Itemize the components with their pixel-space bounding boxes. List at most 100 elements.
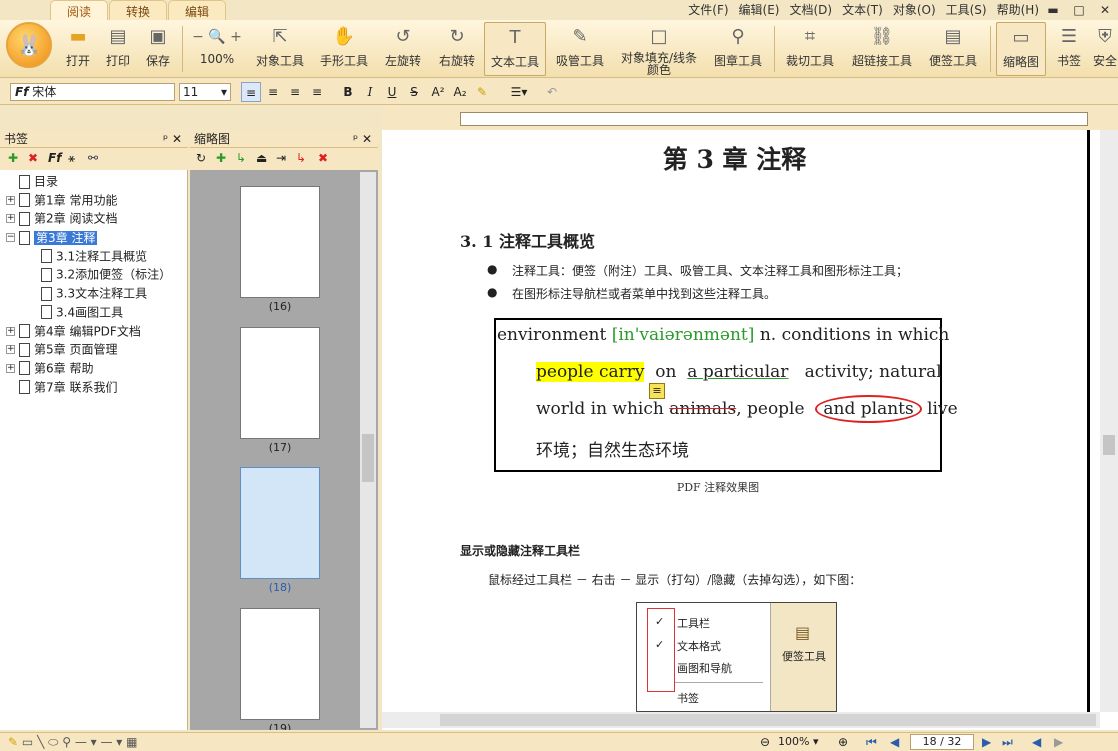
superscript-button[interactable]: A²	[428, 82, 448, 102]
italic-button[interactable]: I	[360, 82, 380, 102]
expand-icon[interactable]: +	[6, 195, 15, 205]
menu-tools[interactable]: 工具(S)	[941, 0, 992, 20]
fill-color-button[interactable]: □ 对象填充/线条 颜色	[616, 22, 702, 76]
bookmark-item[interactable]: 目录	[6, 172, 186, 191]
frame-icon[interactable]: ▦	[126, 735, 137, 749]
page-thumbnail-selected[interactable]	[240, 467, 320, 579]
close-button[interactable]: ✕	[1092, 0, 1118, 20]
justify-button[interactable]: ≡	[307, 82, 327, 102]
bookmark-item[interactable]: 3.2添加便签（标注）	[6, 265, 186, 284]
prev-page-icon[interactable]: ◀	[890, 735, 899, 749]
thumbnail-view-button[interactable]: ▭ 缩略图	[996, 22, 1046, 76]
first-page-icon[interactable]: ⏮	[866, 735, 877, 750]
ellipse-icon[interactable]: ⬭	[48, 735, 58, 749]
bookmark-view-button[interactable]: ☰ 书签	[1050, 22, 1088, 76]
next-page-icon[interactable]: ▶	[982, 735, 991, 749]
tab-read[interactable]: 阅读	[50, 0, 108, 22]
menu-file[interactable]: 文件(F)	[683, 0, 733, 20]
pen-icon[interactable]: ⚲	[62, 735, 71, 749]
eject-icon[interactable]: ⏏	[256, 151, 267, 165]
print-button[interactable]: ▤ 打印	[100, 22, 136, 76]
bookmark-item[interactable]: + 第1章 常用功能	[6, 191, 186, 210]
align-center-button[interactable]: ≡	[263, 82, 283, 102]
circle-annotation[interactable]: and plants	[815, 395, 922, 423]
hyperlink-button[interactable]: ⛓ 超链接工具	[848, 22, 916, 76]
line-style-icon[interactable]: — ▾ — ▾	[75, 735, 123, 749]
crop-button[interactable]: ⌗ 裁切工具	[782, 22, 838, 76]
underline-annotation[interactable]: a particular	[687, 362, 788, 382]
zoom-out-icon[interactable]: ⊖	[760, 735, 770, 749]
note-button[interactable]: ▤ 便签工具	[924, 22, 982, 76]
extract-icon[interactable]: ↳	[296, 151, 306, 165]
strikeout-annotation[interactable]: animals	[669, 399, 736, 419]
page-thumbnail[interactable]	[240, 186, 320, 298]
menu-document[interactable]: 文档(D)	[785, 0, 838, 20]
horizontal-scroll-thumb[interactable]	[440, 714, 1096, 726]
menu-object[interactable]: 对象(O)	[888, 0, 941, 20]
add-bookmark-icon[interactable]: ✚	[8, 151, 18, 165]
eyedropper-button[interactable]: ✎ 吸管工具	[552, 22, 608, 76]
document-scrollbar[interactable]	[1100, 130, 1118, 712]
zoom-in-icon[interactable]: ⊕	[838, 735, 848, 749]
add-page-icon[interactable]: ✚	[216, 151, 226, 165]
security-button[interactable]: ⛨ 安全	[1092, 22, 1118, 76]
undo-icon[interactable]: ↶	[542, 82, 562, 102]
hand-tool-button[interactable]: ✋ 手形工具	[316, 22, 372, 76]
menu-text[interactable]: 文本(T)	[837, 0, 888, 20]
text-tool-button[interactable]: T 文本工具	[484, 22, 546, 76]
tab-edit[interactable]: 编辑	[168, 0, 226, 22]
menu-help[interactable]: 帮助(H)	[992, 0, 1044, 20]
open-button[interactable]: ▬ 打开	[60, 22, 96, 76]
highlight-icon[interactable]: ✎	[472, 82, 492, 102]
bookmark-item[interactable]: − 第3章 注释	[6, 228, 186, 247]
app-logo[interactable]: 🐰	[6, 22, 52, 68]
page-thumbnail[interactable]	[240, 327, 320, 439]
font-family-select[interactable]: Ff 宋体	[10, 83, 175, 101]
line-style-button[interactable]: ☰▾	[504, 82, 534, 102]
bookmark-item[interactable]: 3.1注释工具概览	[6, 247, 186, 266]
bookmark-item[interactable]: + 第2章 阅读文档	[6, 209, 186, 228]
expand-icon[interactable]: +	[6, 326, 15, 336]
sticky-note-icon[interactable]: ≡	[649, 383, 665, 399]
underline-button[interactable]: U	[382, 82, 402, 102]
export-icon[interactable]: ⇥	[276, 151, 286, 165]
menu-edit[interactable]: 编辑(E)	[734, 0, 785, 20]
back-icon[interactable]: ◀	[1032, 735, 1041, 749]
highlight-annotation[interactable]: people carry	[536, 362, 645, 382]
delete-bookmark-icon[interactable]: ✖	[28, 151, 38, 165]
zoom-control[interactable]: − 🔍 +100%	[186, 22, 248, 76]
stamp-button[interactable]: ⚲ 图章工具	[710, 22, 766, 76]
font-icon[interactable]: Ff	[48, 151, 61, 165]
expand-icon[interactable]: +	[6, 363, 15, 373]
save-button[interactable]: ▣ 保存	[140, 22, 176, 76]
minimize-button[interactable]: ▬	[1040, 0, 1066, 20]
object-tool-button[interactable]: ⇱ 对象工具	[252, 22, 308, 76]
bookmark-item[interactable]: 第7章 联系我们	[6, 378, 186, 397]
bold-button[interactable]: B	[338, 82, 358, 102]
bookmark-item[interactable]: 3.3文本注释工具	[6, 284, 186, 303]
bookmark-item[interactable]: + 第6章 帮助	[6, 359, 186, 378]
forward-icon[interactable]: ▶	[1054, 735, 1063, 749]
insert-page-icon[interactable]: ↳	[236, 151, 246, 165]
wand-icon[interactable]: ⚹	[68, 151, 75, 166]
last-page-icon[interactable]: ⏭	[1002, 735, 1013, 750]
binoculars-icon[interactable]: ⚯	[88, 151, 98, 165]
align-left-button[interactable]: ≡	[241, 82, 261, 102]
zoom-select[interactable]: 100% ▾	[778, 735, 828, 750]
rectangle-icon[interactable]: ▭	[22, 735, 33, 749]
bookmark-item[interactable]: + 第4章 编辑PDF文档	[6, 322, 186, 341]
page-number-input[interactable]: 18 / 32	[910, 734, 974, 750]
collapse-icon[interactable]: −	[6, 233, 15, 243]
delete-page-icon[interactable]: ✖	[318, 151, 328, 165]
bookmark-item[interactable]: + 第5章 页面管理	[6, 340, 186, 359]
page-thumbnail[interactable]	[240, 608, 320, 720]
bookmark-item[interactable]: 3.4画图工具	[6, 303, 186, 322]
rotate-right-button[interactable]: ↻ 右旋转	[434, 22, 480, 76]
ruler-scale[interactable]	[460, 112, 1088, 126]
close-icon[interactable]: ᵖ ✕	[163, 130, 182, 148]
line-icon[interactable]: ╲	[37, 735, 44, 749]
rotate-left-button[interactable]: ↺ 左旋转	[380, 22, 426, 76]
subscript-button[interactable]: A₂	[450, 82, 470, 102]
strikethrough-button[interactable]: S	[404, 82, 424, 102]
pencil-icon[interactable]: ✎	[8, 735, 18, 749]
